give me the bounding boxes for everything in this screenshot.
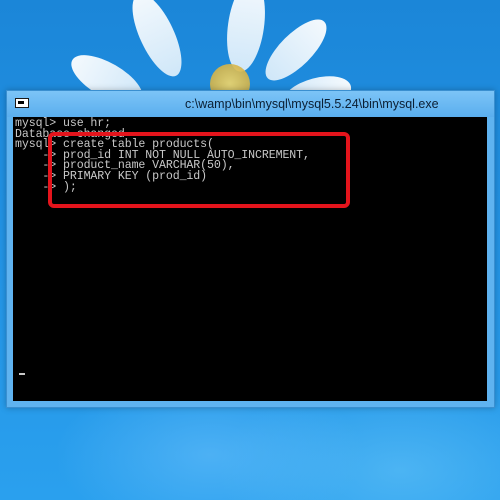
window-title: c:\wamp\bin\mysql\mysql5.5.24\bin\mysql.… [185,97,439,111]
console-window[interactable]: c:\wamp\bin\mysql\mysql5.5.24\bin\mysql.… [6,90,495,408]
console-window-icon[interactable] [15,98,29,108]
console-line: -> ); [15,180,77,194]
flower-petal [221,0,271,75]
console-output[interactable]: mysql> use hr; Database changed mysql> cre… [13,117,487,401]
console-text: mysql> use hr; Database changed mysql> cre… [15,118,310,194]
console-cursor [19,373,25,375]
window-titlebar[interactable]: c:\wamp\bin\mysql\mysql5.5.24\bin\mysql.… [7,91,494,117]
flower-petal [122,0,192,83]
